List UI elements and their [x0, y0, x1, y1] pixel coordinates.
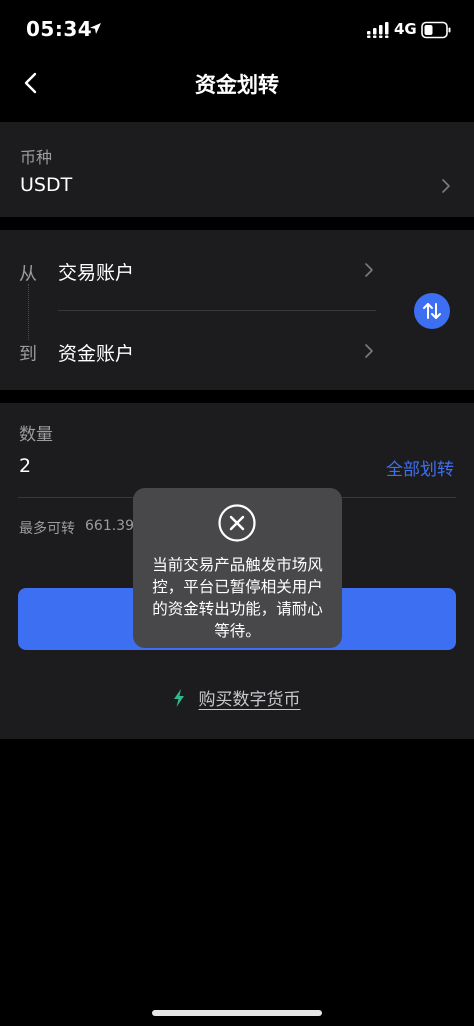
toast-message: 当前交易产品触发市场风控，平台已暂停相关用户的资金转出功能，请耐心等待。 — [152, 556, 323, 640]
currency-value: USDT — [20, 174, 73, 196]
chevron-right-icon — [442, 179, 450, 193]
swap-arrows-icon — [423, 303, 441, 319]
currency-label: 币种 — [20, 148, 53, 167]
currency-selector[interactable] — [0, 122, 474, 217]
nav-bar: 资金划转 — [0, 56, 474, 108]
lightning-icon — [174, 688, 185, 707]
network-label: 4G — [394, 20, 417, 38]
from-label: 从 — [19, 264, 37, 285]
home-indicator — [152, 1010, 322, 1016]
buy-crypto-link[interactable]: 购买数字货币 — [199, 685, 301, 710]
back-chevron-icon[interactable] — [20, 70, 44, 96]
transfer-all-button[interactable]: 全部划转 — [386, 455, 454, 480]
max-transfer-label: 最多可转 — [19, 521, 75, 537]
location-arrow-icon — [90, 23, 101, 34]
to-account[interactable]: 资金账户 — [58, 339, 134, 366]
chevron-right-icon — [365, 344, 373, 358]
status-bar: 05:34 4G — [0, 0, 474, 60]
buy-crypto-row: 购买数字货币 — [0, 685, 474, 710]
battery-icon — [421, 21, 451, 39]
to-label: 到 — [19, 344, 37, 365]
amount-label: 数量 — [19, 425, 53, 445]
chevron-right-icon — [365, 263, 373, 277]
swap-accounts-button[interactable] — [414, 293, 450, 329]
from-account[interactable]: 交易账户 — [58, 258, 134, 285]
close-circle-icon — [218, 504, 256, 542]
amount-input[interactable]: 2 — [19, 455, 31, 477]
signal-icon — [367, 22, 389, 38]
page-title: 资金划转 — [195, 73, 279, 97]
error-toast: 当前交易产品触发市场风控，平台已暂停相关用户的资金转出功能，请耐心等待。 — [133, 488, 342, 648]
connector-line — [28, 284, 29, 340]
screen: 05:34 4G 资金划转 币种 USDT 从 交易账户 到 资金账户 数量 2… — [0, 0, 474, 1026]
divider — [58, 310, 376, 311]
status-time: 05:34 — [26, 17, 93, 41]
